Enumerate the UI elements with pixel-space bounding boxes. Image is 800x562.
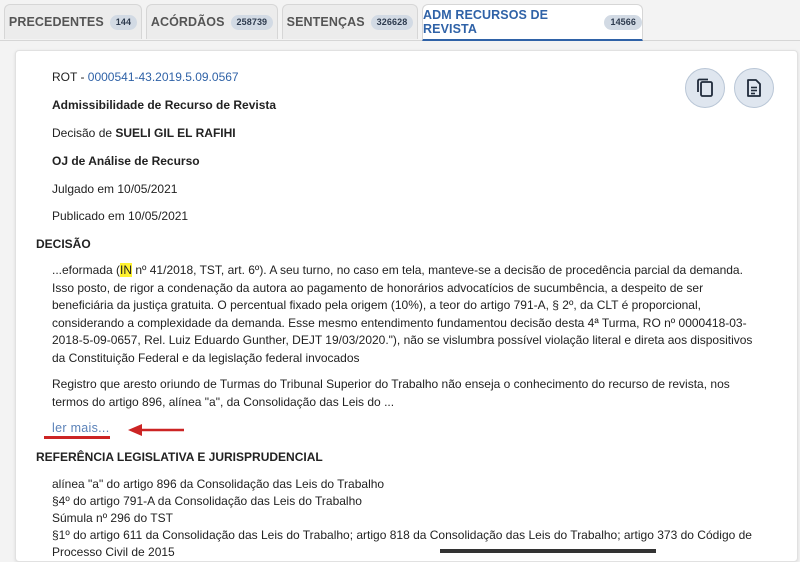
reference-item: alínea "a" do artigo 896 da Consolidação… <box>52 477 385 491</box>
decision-author: Decisão de SUELI GIL EL RAFIHI <box>52 125 236 142</box>
references-heading: REFERÊNCIA LEGISLATIVA E JURISPRUDENCIAL <box>36 450 323 464</box>
copy-icon <box>697 78 713 97</box>
annotation-underline <box>44 436 110 439</box>
tab-adm-recursos-de-revista[interactable]: ADM RECURSOS DE REVISTA 14566 <box>422 4 643 41</box>
overlay-bar <box>440 549 656 553</box>
tab-precedentes[interactable]: PRECEDENTES 144 <box>4 4 142 39</box>
decision-heading: DECISÃO <box>36 237 91 251</box>
decision-text-rest: nº 41/2018, TST, art. 6º). A seu turno, … <box>52 263 753 365</box>
annotation-arrow-icon <box>128 424 184 436</box>
tab-count-badge: 258739 <box>230 14 274 30</box>
tab-label: SENTENÇAS <box>286 15 365 29</box>
tab-count-badge: 14566 <box>604 14 642 30</box>
view-document-button[interactable] <box>734 68 774 108</box>
tab-label: ACÓRDÃOS <box>150 15 225 29</box>
judge-name: SUELI GIL EL RAFIHI <box>115 126 236 140</box>
tab-label: ADM RECURSOS DE REVISTA <box>423 8 549 36</box>
judged-date: Julgado em 10/05/2021 <box>52 182 178 196</box>
oj-label: OJ de Análise de Recurso <box>52 154 200 168</box>
document-icon <box>747 79 761 97</box>
reference-item: Súmula nº 296 do TST <box>52 511 173 525</box>
tab-count-badge: 144 <box>109 14 138 30</box>
reference-item: §1º do artigo 611 da Consolidação das Le… <box>52 528 752 559</box>
tab-count-badge: 326628 <box>370 14 414 30</box>
copy-button[interactable] <box>685 68 725 108</box>
process-number-link[interactable]: 0000541-43.2019.5.09.0567 <box>88 70 239 84</box>
tab-sentencas[interactable]: SENTENÇAS 326628 <box>282 4 418 39</box>
results-tabs: PRECEDENTES 144 ACÓRDÃOS 258739 SENTENÇA… <box>0 0 800 41</box>
decision-text-start: ...eformada ( <box>52 263 121 277</box>
tab-acordaos[interactable]: ACÓRDÃOS 258739 <box>146 4 278 39</box>
process-number: ROT - 0000541-43.2019.5.09.0567 <box>52 69 239 86</box>
decision-author-prefix: Decisão de <box>52 126 116 140</box>
record-type: Admissibilidade de Recurso de Revista <box>52 98 277 112</box>
published-date: Publicado em 10/05/2021 <box>52 209 189 223</box>
decision-paragraph-2: Registro que aresto oriundo de Turmas do… <box>52 377 730 409</box>
tab-label: PRECEDENTES <box>8 15 104 29</box>
decision-paragraph: ...eformada (IN nº 41/2018, TST, art. 6º… <box>52 262 764 367</box>
read-more-link[interactable]: ler mais... <box>52 421 109 435</box>
process-prefix: ROT - <box>52 70 88 84</box>
reference-item: §4º do artigo 791-A da Consolidação das … <box>52 494 362 508</box>
search-highlight: IN <box>120 263 133 277</box>
